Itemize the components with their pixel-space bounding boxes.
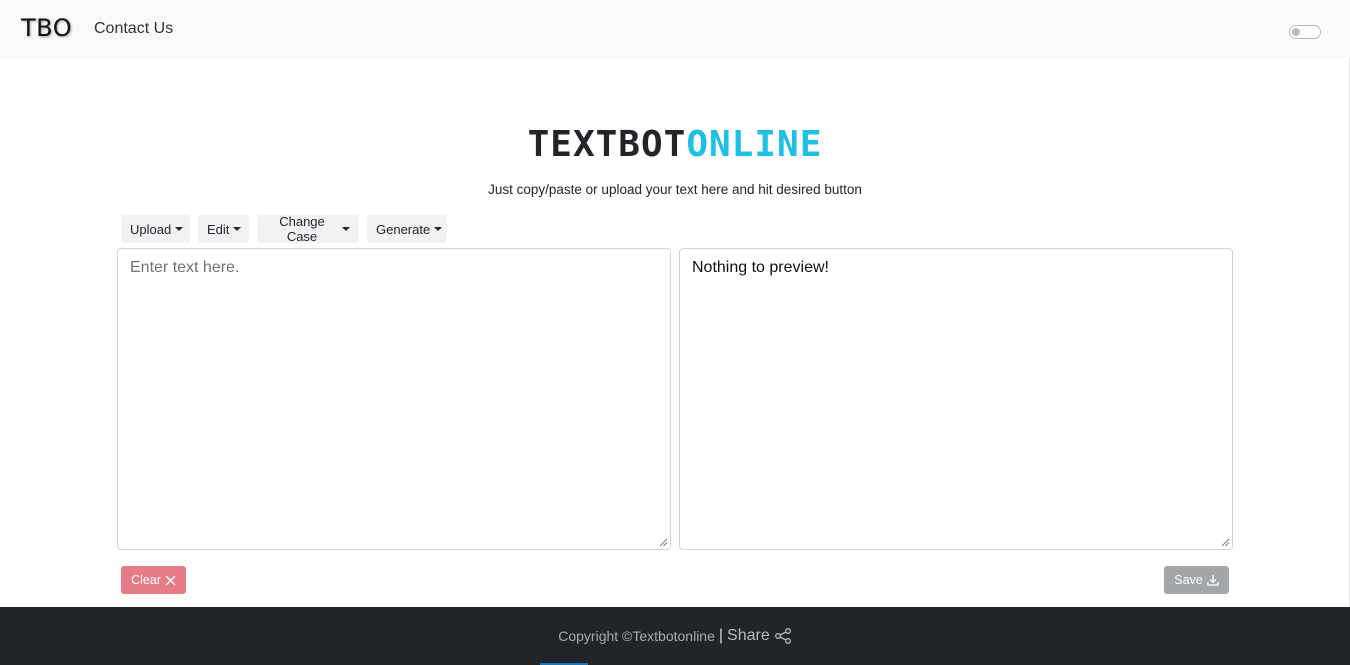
theme-toggle-switch[interactable]	[1289, 25, 1321, 39]
title-part-online: ONLINE	[686, 124, 823, 165]
page-subtitle: Just copy/paste or upload your text here…	[488, 182, 862, 197]
clear-button[interactable]: Clear	[121, 566, 186, 594]
toggle-knob	[1292, 28, 1300, 36]
caret-down-icon	[342, 227, 350, 231]
brand-logo[interactable]: TBO	[21, 14, 72, 42]
footer-content: Copyright ©Textbotonline | Share	[0, 627, 1350, 645]
share-icon	[774, 628, 791, 644]
resize-grip-icon[interactable]	[659, 538, 668, 547]
nav-link-contact-us[interactable]: Contact Us	[94, 20, 173, 38]
generate-dropdown-button[interactable]: Generate	[367, 215, 447, 243]
share-label: Share	[727, 627, 770, 644]
generate-label: Generate	[376, 221, 431, 237]
download-icon	[1207, 575, 1219, 586]
save-label: Save	[1174, 573, 1203, 587]
text-input[interactable]	[118, 249, 670, 549]
x-icon	[165, 575, 176, 585]
edit-dropdown-button[interactable]: Edit	[198, 215, 249, 243]
copyright-text: Copyright ©Textbotonline	[558, 628, 715, 644]
page-title: TEXTBOTONLINE	[0, 124, 1350, 165]
footer-separator: |	[718, 627, 724, 644]
change-case-dropdown-button[interactable]: Change Case	[257, 214, 359, 244]
edit-label: Edit	[207, 221, 230, 237]
share-link[interactable]: Share	[727, 627, 792, 645]
title-part-textbot: TEXTBOT	[527, 124, 687, 165]
input-panel	[117, 248, 671, 550]
upload-label: Upload	[130, 221, 172, 237]
save-button[interactable]: Save	[1164, 566, 1229, 594]
navbar: TBO Contact Us	[0, 0, 1350, 58]
upload-dropdown-button[interactable]: Upload	[121, 215, 190, 243]
caret-down-icon	[175, 227, 184, 231]
preview-panel: Nothing to preview!	[679, 248, 1233, 550]
clear-label: Clear	[131, 573, 161, 587]
caret-down-icon	[434, 227, 443, 231]
resize-grip-icon[interactable]	[1221, 538, 1230, 547]
footer: Copyright ©Textbotonline | Share	[0, 607, 1350, 665]
caret-down-icon	[233, 227, 242, 231]
preview-text: Nothing to preview!	[692, 259, 829, 276]
change-case-label: Change Case	[279, 214, 325, 244]
